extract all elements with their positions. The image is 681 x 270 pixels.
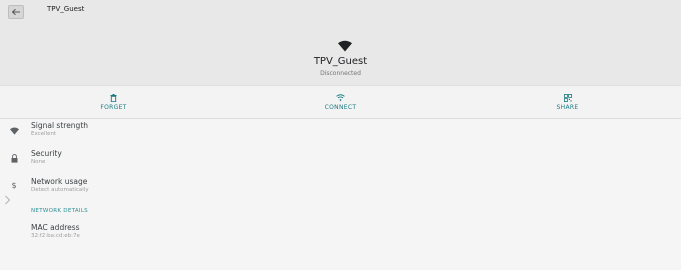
- app-bar-title: TPV_Guest: [47, 5, 85, 13]
- mac-address-title: MAC address: [31, 223, 80, 232]
- dollar-icon: $: [11, 181, 17, 190]
- back-button[interactable]: [8, 5, 24, 19]
- lock-icon: [11, 153, 17, 163]
- connect-label: CONNECT: [324, 104, 357, 111]
- forget-button[interactable]: FORGET: [0, 86, 227, 118]
- signal-strength-value: Excellent: [31, 131, 57, 137]
- forget-label: FORGET: [100, 104, 127, 111]
- signal-strength-title: Signal strength: [31, 121, 89, 130]
- wifi-icon: [338, 40, 352, 52]
- action-bar: FORGET CONNECT SHARE: [0, 85, 681, 119]
- wifi-signal-icon: [9, 127, 19, 135]
- network-usage-value: Detect automatically: [31, 187, 89, 193]
- network-usage-title: Network usage: [31, 177, 88, 186]
- qr-code-icon: [563, 93, 572, 102]
- signal-strength-row: Signal strength Excellent: [0, 120, 681, 148]
- mac-address-row: MAC address 32:f2:ba:cd:eb:7e: [0, 222, 681, 250]
- network-details-header: NETWORK DETAILS: [31, 208, 88, 214]
- wifi-icon: [336, 94, 345, 101]
- connection-status: Disconnected: [320, 70, 361, 77]
- mac-address-value: 32:f2:ba:cd:eb:7e: [31, 233, 80, 239]
- network-usage-row[interactable]: $ Network usage Detect automatically: [0, 176, 681, 204]
- share-button[interactable]: SHARE: [454, 86, 681, 118]
- security-title: Security: [31, 149, 62, 158]
- security-row: Security None: [0, 148, 681, 176]
- trash-icon: [110, 93, 117, 102]
- connect-button[interactable]: CONNECT: [227, 86, 454, 118]
- chevron-right-icon[interactable]: [4, 195, 11, 205]
- security-value: None: [31, 159, 46, 165]
- arrow-left-icon: [11, 8, 20, 16]
- network-name: TPV_Guest: [313, 56, 368, 67]
- share-label: SHARE: [556, 104, 579, 111]
